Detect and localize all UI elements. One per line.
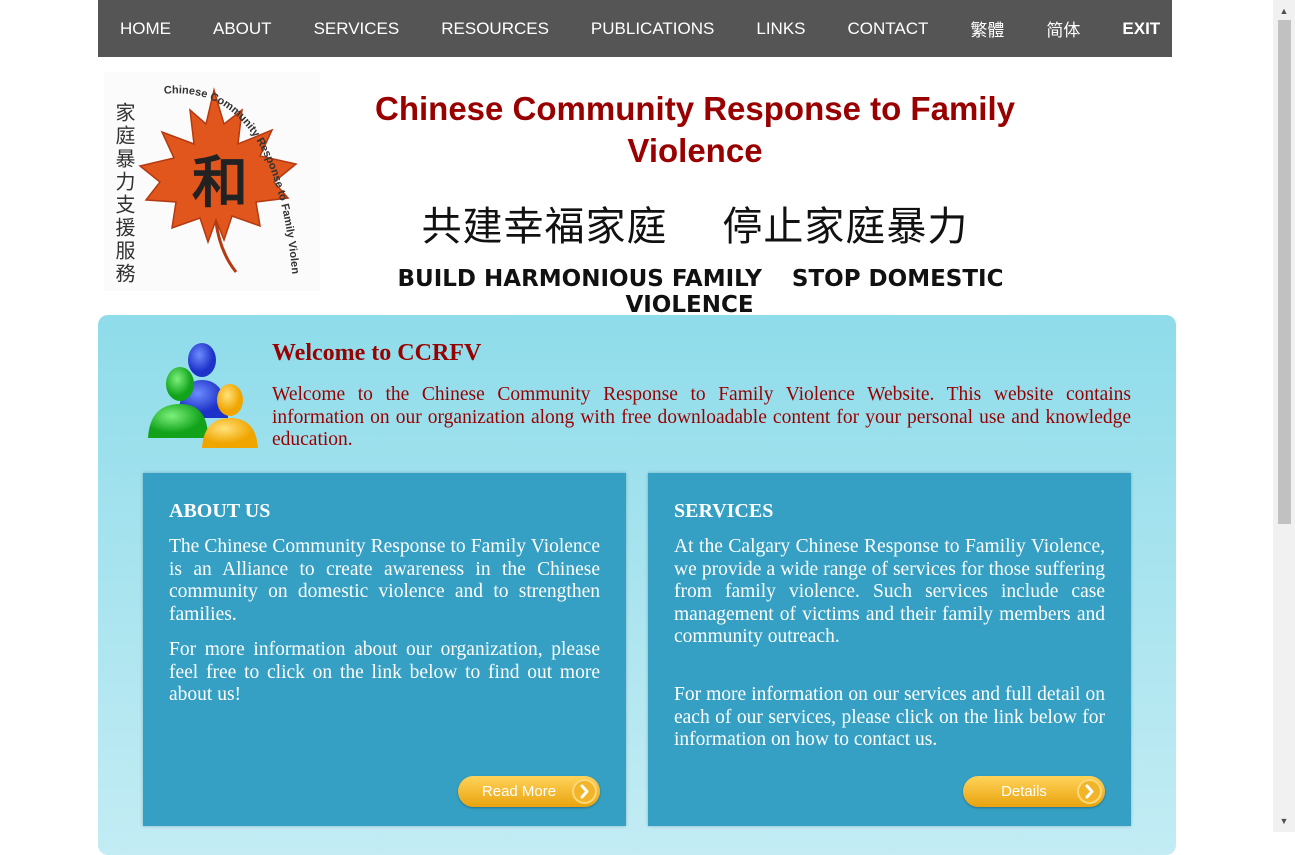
about-us-card: ABOUT US The Chinese Community Response …	[143, 473, 626, 826]
vertical-scrollbar[interactable]: ▲ ▼	[1273, 0, 1295, 832]
nav-traditional-chinese[interactable]: 繁體	[949, 16, 1025, 41]
services-card: SERVICES At the Calgary Chinese Response…	[648, 473, 1131, 826]
details-button[interactable]: Details	[963, 776, 1105, 807]
nav-home[interactable]: HOME	[98, 19, 192, 39]
site-title: Chinese Community Response to Family Vio…	[375, 90, 1015, 169]
nav-contact[interactable]: CONTACT	[827, 19, 950, 39]
read-more-label: Read More	[481, 783, 557, 800]
nav-services[interactable]: SERVICES	[293, 19, 421, 39]
logo-chinese-text: 家庭暴力支援服務	[112, 102, 136, 286]
services-paragraph-2: For more information on our services and…	[674, 684, 1105, 750]
people-group-icon	[142, 338, 260, 454]
scroll-up-arrow-icon[interactable]: ▲	[1273, 2, 1295, 20]
slogan-chinese: 共建幸福家庭 停止家庭暴力	[350, 194, 1040, 252]
services-paragraph-1: At the Calgary Chinese Response to Famil…	[674, 536, 1105, 647]
nav-links[interactable]: LINKS	[735, 19, 826, 39]
slogan-cn-part2: 停止家庭暴力	[722, 204, 969, 250]
nav-publications[interactable]: PUBLICATIONS	[570, 19, 735, 39]
chevron-right-icon	[1077, 779, 1102, 804]
nav-resources[interactable]: RESOURCES	[420, 19, 570, 39]
scroll-down-arrow-icon[interactable]: ▼	[1273, 812, 1295, 830]
about-us-paragraph-2: For more information about our organizat…	[169, 639, 600, 705]
services-title: SERVICES	[674, 500, 774, 522]
nav-simplified-chinese[interactable]: 简体	[1025, 16, 1101, 41]
ccrfv-logo: 和 家庭暴力支援服務 Chinese Community Response to…	[101, 63, 320, 291]
about-us-title: ABOUT US	[169, 500, 271, 522]
nav-exit[interactable]: EXIT	[1101, 19, 1181, 39]
logo-center-char: 和	[192, 151, 248, 216]
slogan-en-part1: BUILD HARMONIOUS FAMILY	[397, 266, 762, 292]
main-nav: HOME ABOUT SERVICES RESOURCES PUBLICATIO…	[98, 0, 1172, 57]
chevron-right-icon	[572, 779, 597, 804]
nav-about[interactable]: ABOUT	[192, 19, 293, 39]
slogan-cn-part1: 共建幸福家庭	[421, 204, 668, 250]
details-label: Details	[1001, 783, 1047, 800]
slogan-english: BUILD HARMONIOUS FAMILY STOP DOMESTIC VI…	[350, 266, 1040, 318]
welcome-title: Welcome to CCRFV	[272, 340, 482, 366]
scrollbar-thumb[interactable]	[1278, 20, 1291, 524]
about-us-paragraph-1: The Chinese Community Response to Family…	[169, 536, 600, 625]
read-more-button[interactable]: Read More	[458, 776, 600, 807]
welcome-text: Welcome to the Chinese Community Respons…	[272, 384, 1131, 450]
